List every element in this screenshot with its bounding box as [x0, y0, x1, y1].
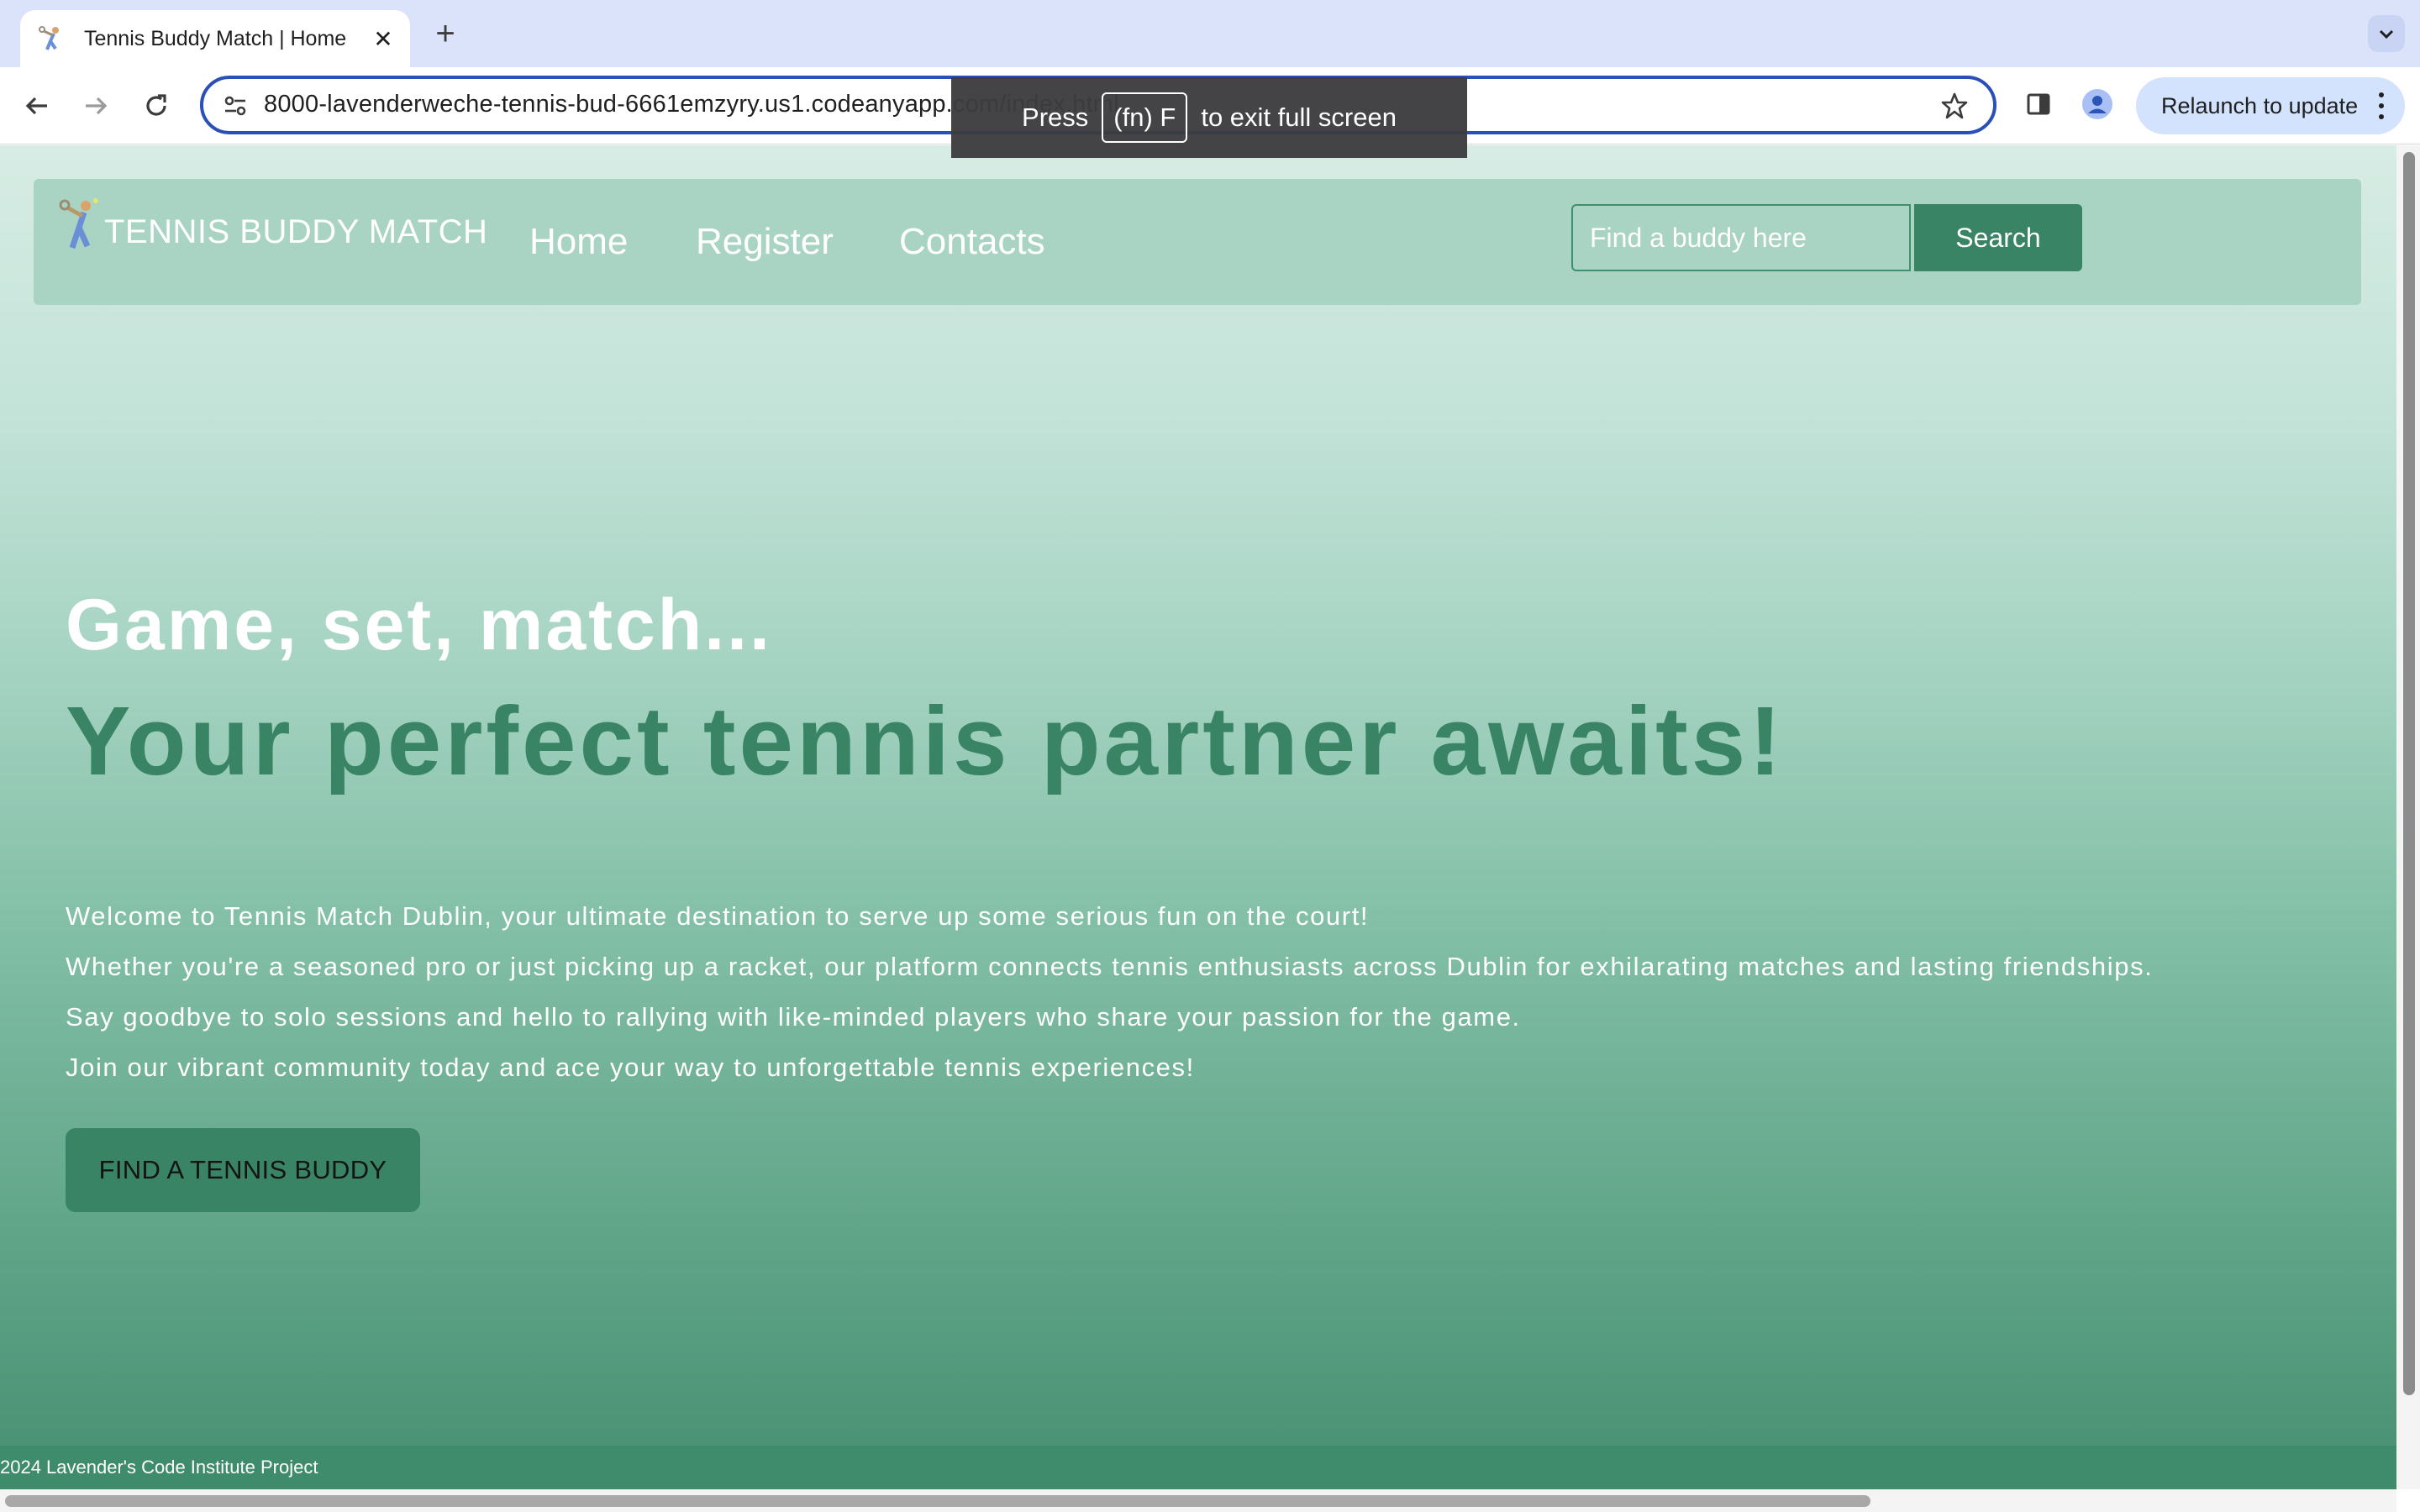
- nav-link-home[interactable]: Home: [529, 221, 628, 263]
- hero-paragraph: Say goodbye to solo sessions and hello t…: [66, 1002, 1521, 1032]
- horizontal-scrollbar-thumb[interactable]: [5, 1495, 1870, 1507]
- fullscreen-toast: Press (fn) F to exit full screen: [951, 77, 1467, 158]
- page-viewport: TENNIS BUDDY MATCH Home Register Contact…: [0, 145, 2396, 1489]
- back-arrow-icon[interactable]: [17, 86, 57, 126]
- toast-key: (fn) F: [1102, 92, 1188, 143]
- hero-paragraph: Whether you're a seasoned pro or just pi…: [66, 952, 2154, 981]
- find-buddy-button[interactable]: FIND A TENNIS BUDDY: [66, 1128, 420, 1212]
- relaunch-label: Relaunch to update: [2161, 92, 2359, 118]
- tab-title: Tennis Buddy Match | Home: [84, 26, 347, 50]
- tennis-player-icon: [59, 198, 98, 249]
- forward-arrow-icon[interactable]: [76, 86, 116, 126]
- brand-text: TENNIS BUDDY MATCH: [104, 213, 488, 250]
- vertical-scrollbar-thumb[interactable]: [2403, 152, 2415, 1395]
- vertical-scrollbar[interactable]: [2396, 145, 2420, 1489]
- tune-icon[interactable]: [220, 91, 250, 121]
- hero-title: Your perfect tennis partner awaits!: [66, 686, 1785, 795]
- nav-link-register[interactable]: Register: [696, 221, 834, 263]
- reload-icon[interactable]: [136, 86, 176, 126]
- profile-icon[interactable]: [2079, 86, 2116, 123]
- tennis-player-icon: [39, 26, 64, 51]
- site-navbar: TENNIS BUDDY MATCH Home Register Contact…: [34, 179, 2361, 305]
- hero-paragraph: Welcome to Tennis Match Dublin, your ult…: [66, 901, 1370, 931]
- hero-paragraph: Join our vibrant community today and ace…: [66, 1053, 1195, 1082]
- hero-description: Welcome to Tennis Match Dublin, your ult…: [66, 891, 2153, 1093]
- kebab-menu-icon[interactable]: [2376, 89, 2386, 123]
- brand[interactable]: TENNIS BUDDY MATCH: [59, 197, 487, 253]
- side-panel-icon[interactable]: [2020, 86, 2057, 123]
- hero-subtitle: Game, set, match...: [66, 585, 772, 665]
- search-input[interactable]: [1571, 204, 1911, 271]
- close-icon[interactable]: ✕: [366, 22, 400, 55]
- chevron-down-icon[interactable]: [2368, 15, 2405, 52]
- relaunch-button[interactable]: Relaunch to update: [2136, 77, 2405, 134]
- search-button[interactable]: Search: [1914, 204, 2082, 271]
- browser-tabstrip: Tennis Buddy Match | Home ✕ +: [0, 0, 2420, 67]
- horizontal-scrollbar[interactable]: [0, 1489, 2396, 1512]
- site-footer: 2024 Lavender's Code Institute Project: [0, 1446, 2396, 1489]
- browser-tab-active[interactable]: Tennis Buddy Match | Home ✕: [20, 10, 410, 67]
- plus-icon[interactable]: +: [427, 15, 464, 52]
- toast-press-text: Press: [1022, 102, 1089, 132]
- toast-suffix-text: to exit full screen: [1201, 102, 1397, 132]
- star-icon[interactable]: [1938, 89, 1971, 123]
- nav-link-contacts[interactable]: Contacts: [899, 221, 1045, 263]
